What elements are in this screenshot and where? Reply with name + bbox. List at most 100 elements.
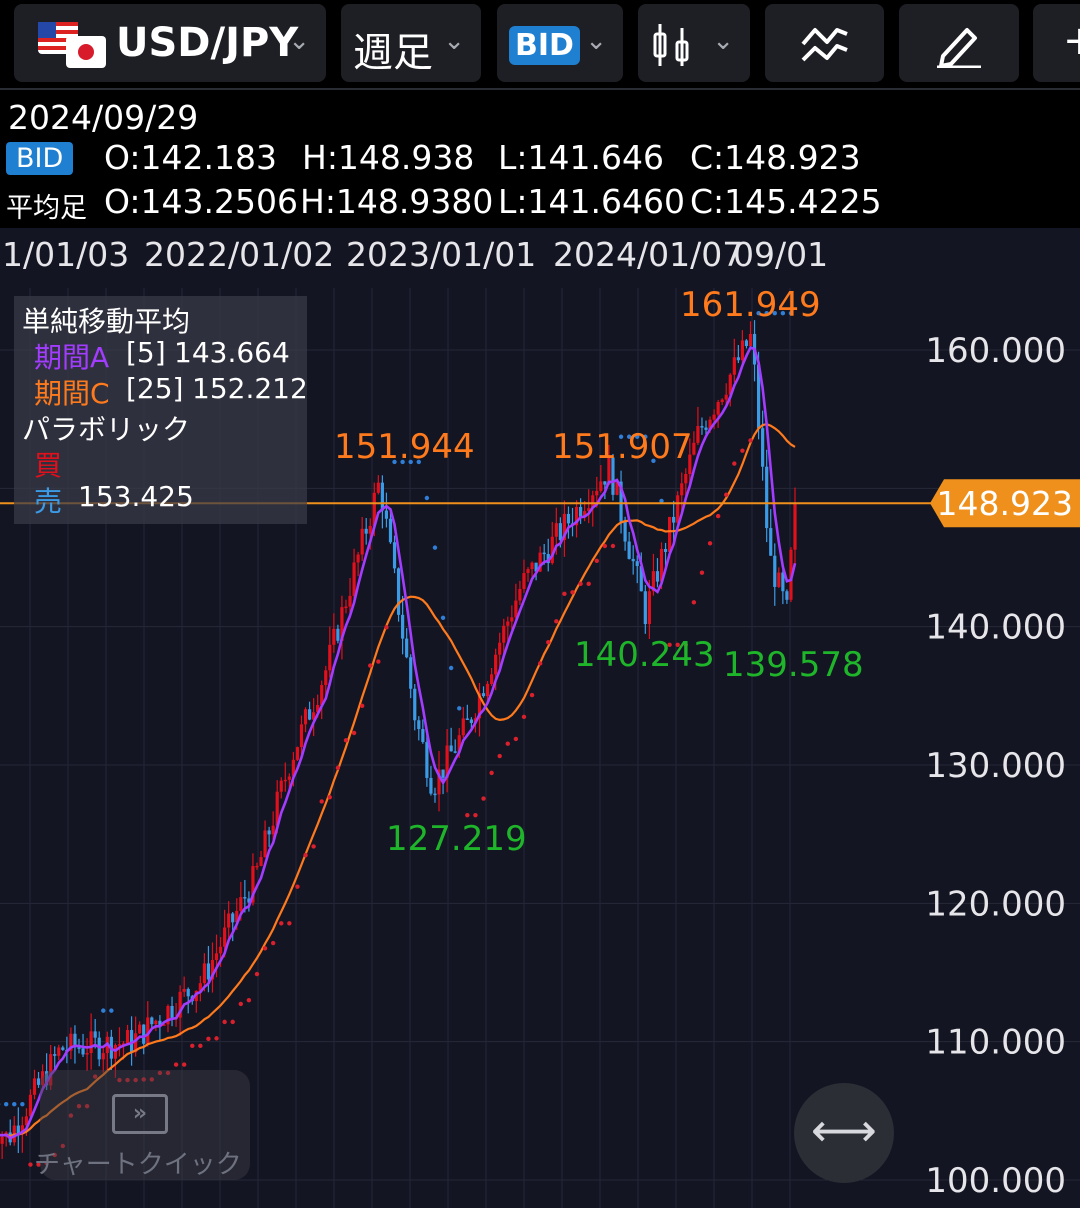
- candle-body: [271, 825, 275, 835]
- candle-body: [283, 779, 287, 782]
- psar-dot: [432, 545, 438, 550]
- candle-body: [405, 638, 409, 658]
- candle-body: [186, 988, 190, 997]
- sma-a-label: 期間A: [34, 341, 110, 374]
- candle-body: [392, 542, 397, 569]
- low-annotation: 140.243: [574, 635, 715, 675]
- candle-body: [498, 642, 502, 655]
- psar-dot: [732, 461, 737, 466]
- y-tick-label: 130.000: [925, 746, 1066, 786]
- usd-jpy-flag-icon: [38, 22, 106, 68]
- horizontal-scroll-button[interactable]: ⟷: [794, 1083, 894, 1183]
- candle-body: [429, 777, 433, 794]
- candle-body: [494, 654, 498, 675]
- psar-dot: [546, 640, 551, 645]
- candle-body: [243, 897, 247, 899]
- candle-body: [380, 482, 384, 511]
- x-tick-label: 2022/01/02: [144, 235, 334, 274]
- candle-body: [485, 683, 490, 697]
- bid-close: C:148.923: [690, 138, 861, 177]
- psar-dot: [222, 1019, 227, 1025]
- candle-body: [773, 555, 777, 587]
- currency-pair-label: USD/JPY: [116, 20, 299, 66]
- psar-dot: [440, 615, 446, 621]
- candle-body: [490, 674, 494, 684]
- add-button[interactable]: +: [1033, 4, 1080, 82]
- candle-body: [324, 670, 328, 686]
- psar-dot: [497, 753, 502, 759]
- candle-body: [704, 427, 708, 430]
- candle-body: [765, 466, 769, 529]
- psar-dot: [724, 492, 729, 497]
- candle-body: [263, 830, 267, 858]
- candle-body: [356, 554, 360, 563]
- fast-forward-icon: »: [112, 1094, 168, 1134]
- psar-dot: [343, 738, 349, 743]
- currency-pair-selector[interactable]: USD/JPY ⌄: [14, 4, 326, 82]
- psar-dot: [3, 1102, 9, 1107]
- psar-dot: [109, 1008, 114, 1013]
- candle-body: [154, 1020, 158, 1025]
- x-tick-label: 1/01/03: [2, 235, 129, 274]
- candle-body: [182, 988, 186, 992]
- candle-body: [522, 573, 526, 589]
- candle-body: [409, 657, 413, 689]
- indicator-legend[interactable]: 単純移動平均 期間A [5] 143.664 期間C [25] 152.212 …: [14, 296, 308, 524]
- candle-body: [627, 541, 631, 559]
- psar-sell-value: 153.425: [78, 480, 194, 513]
- avg-close: C:145.4225: [690, 182, 882, 221]
- psar-dot: [181, 1062, 187, 1067]
- y-tick-label: 110.000: [925, 1023, 1066, 1063]
- candle-body: [295, 747, 300, 760]
- psar-dot: [254, 971, 260, 977]
- candle-body: [32, 1078, 37, 1095]
- psar-dot: [311, 844, 316, 849]
- price-chart[interactable]: 1/01/03 2022/01/02 2023/01/01 2024/01/07 09/…: [0, 228, 1080, 1208]
- psar-dot: [368, 663, 373, 668]
- drawing-tool-button[interactable]: [899, 4, 1019, 82]
- candle-body: [465, 718, 469, 720]
- candle-body: [218, 946, 223, 954]
- psar-dot: [481, 796, 486, 801]
- psar-dot: [376, 659, 381, 664]
- candle-body: [239, 897, 243, 911]
- low-annotation: 127.219: [386, 819, 527, 859]
- candle-body: [441, 769, 445, 778]
- psar-dot: [327, 795, 332, 800]
- candle-body: [603, 481, 607, 485]
- chart-type-selector[interactable]: ⌄: [638, 4, 750, 82]
- quick-chart-button[interactable]: » チャートクイック: [34, 1070, 250, 1180]
- psar-dot: [537, 661, 543, 666]
- psar-dot: [457, 706, 462, 711]
- candle-body: [388, 518, 393, 543]
- timeframe-label: 週足: [353, 30, 433, 76]
- candle-body: [631, 558, 635, 562]
- psar-dot: [206, 1036, 211, 1042]
- price-type-selector[interactable]: BID ⌄: [497, 4, 623, 82]
- x-tick-label: 2023/01/01: [346, 235, 536, 274]
- indicator-button[interactable]: [765, 4, 884, 82]
- candle-body: [344, 606, 348, 609]
- timeframe-selector[interactable]: 週足 ⌄: [341, 4, 481, 82]
- psar-dot: [335, 765, 341, 771]
- candle-body: [461, 718, 465, 736]
- psar-dot: [521, 714, 527, 720]
- candle-body: [530, 562, 534, 570]
- candle-body: [202, 963, 206, 984]
- candle-body: [514, 600, 518, 618]
- candle-body: [720, 399, 724, 402]
- quick-chart-label: チャートクイック: [34, 1150, 242, 1180]
- psar-dot: [295, 884, 300, 889]
- candle-body: [97, 1037, 101, 1060]
- psar-dot: [279, 921, 284, 926]
- psar-dot: [424, 495, 430, 501]
- psar-title: パラボリック: [22, 413, 191, 446]
- sma-c-label: 期間C: [34, 377, 110, 410]
- psar-dot: [465, 812, 470, 818]
- psar-sell-label: 売: [34, 485, 63, 518]
- candle-body: [384, 510, 389, 519]
- psar-dot: [246, 997, 252, 1003]
- psar-dot: [699, 570, 705, 575]
- candle-body: [769, 528, 773, 556]
- bar-date: 2024/09/29: [8, 98, 199, 137]
